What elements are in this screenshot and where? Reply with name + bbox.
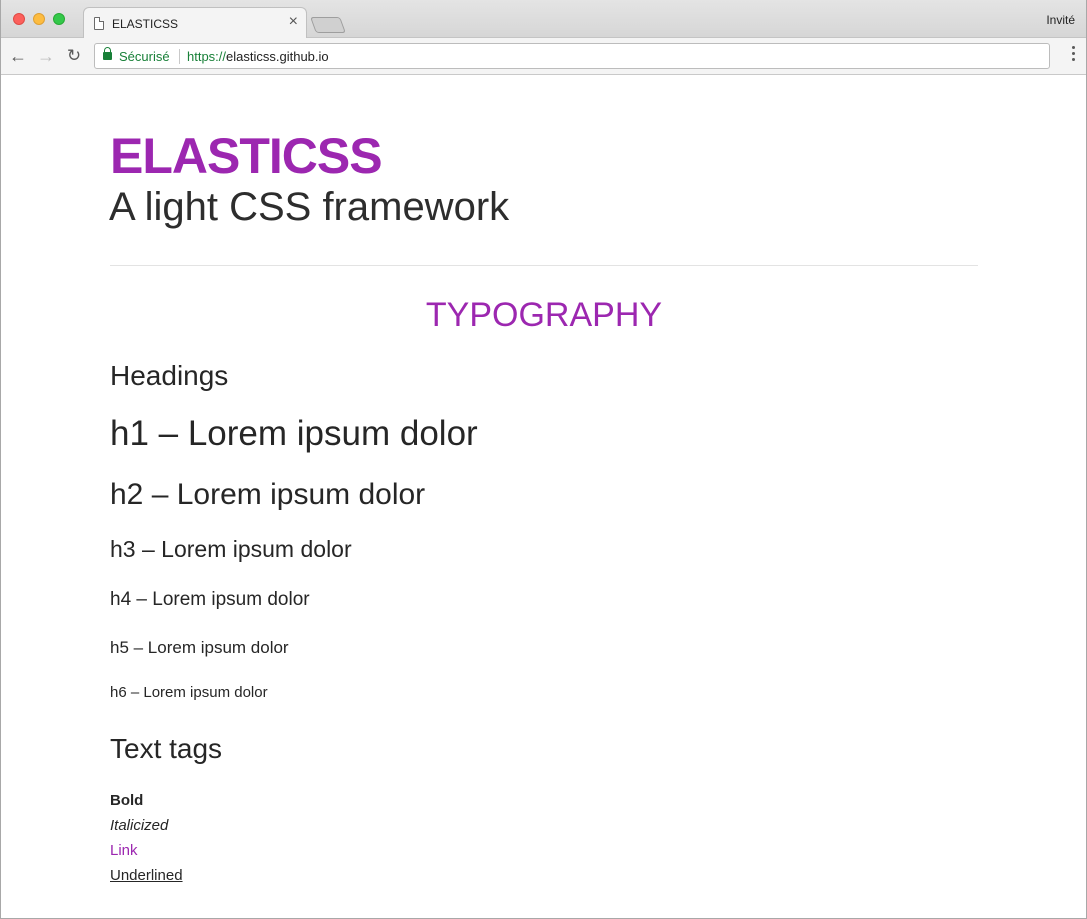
text-tags-title: Text tags <box>110 733 223 764</box>
text-link[interactable]: Link <box>110 842 138 859</box>
url-text[interactable]: https://elasticss.github.io <box>187 49 329 64</box>
profile-label[interactable]: Invité <box>1046 13 1075 27</box>
window-maximize-button[interactable] <box>53 13 65 25</box>
back-arrow-icon[interactable]: ← <box>9 47 27 65</box>
window-close-button[interactable] <box>13 13 25 25</box>
text-bold: Bold <box>110 792 144 809</box>
text-italic: Italicized <box>110 817 169 834</box>
tab-title: ELASTICSS <box>112 17 179 31</box>
heading-sample-h6: h6 – Lorem ipsum dolor <box>110 684 268 701</box>
new-tab-button[interactable] <box>310 17 346 33</box>
section-title: TYPOGRAPHY <box>425 296 663 334</box>
url-host: elasticss.github.io <box>226 49 329 64</box>
title-bar: ELASTICSS × Invité <box>1 0 1086 39</box>
kebab-menu-icon[interactable] <box>1070 46 1076 66</box>
divider <box>110 265 978 266</box>
lock-icon[interactable] <box>103 47 112 60</box>
close-icon[interactable]: × <box>289 13 298 30</box>
page-content: ELASTICSS A light CSS framework TYPOGRAP… <box>1 75 1086 918</box>
page-icon <box>94 17 104 30</box>
forward-arrow-icon[interactable]: → <box>37 47 55 65</box>
url-scheme: https:// <box>187 49 227 64</box>
browser-tab[interactable]: ELASTICSS × <box>83 7 307 39</box>
browser-window: ELASTICSS × Invité ← → ↻ Sécurisé https:… <box>0 0 1087 919</box>
secure-label[interactable]: Sécurisé <box>119 49 170 64</box>
heading-sample-h1: h1 – Lorem ipsum dolor <box>110 414 478 453</box>
address-separator <box>179 49 180 64</box>
text-underlined: Underlined <box>110 867 183 884</box>
address-bar[interactable]: Sécurisé https://elasticss.github.io <box>94 43 1050 69</box>
headings-title: Headings <box>110 360 229 391</box>
window-minimize-button[interactable] <box>33 13 45 25</box>
reload-icon[interactable]: ↻ <box>65 47 83 65</box>
browser-toolbar: ← → ↻ Sécurisé https://elasticss.github.… <box>1 38 1086 75</box>
brand-title: ELASTICSS <box>110 128 383 184</box>
heading-sample-h2: h2 – Lorem ipsum dolor <box>110 478 426 511</box>
heading-sample-h3: h3 – Lorem ipsum dolor <box>110 536 352 562</box>
brand-subtitle: A light CSS framework <box>109 185 510 229</box>
heading-sample-h5: h5 – Lorem ipsum dolor <box>110 638 289 657</box>
heading-sample-h4: h4 – Lorem ipsum dolor <box>110 589 310 610</box>
